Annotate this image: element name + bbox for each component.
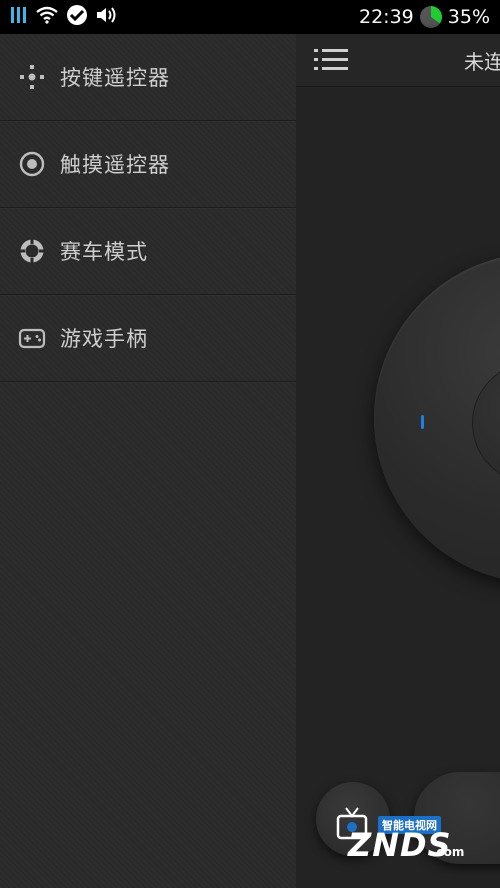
navigation-drawer: 按键遥控器 触摸遥控器 赛车模式 游戏手柄 bbox=[0, 34, 296, 888]
drawer-item-racing-mode[interactable]: 赛车模式 bbox=[0, 208, 296, 295]
drawer-item-label: 赛车模式 bbox=[60, 240, 148, 264]
dpad-icon bbox=[18, 63, 46, 91]
gamepad-icon bbox=[18, 324, 46, 352]
status-bar-left bbox=[10, 4, 118, 30]
drawer-item-touch-remote[interactable]: 触摸遥控器 bbox=[0, 121, 296, 208]
status-bar-right: 22:39 35% bbox=[359, 6, 490, 28]
speaker-icon bbox=[96, 6, 118, 28]
drawer-item-label: 游戏手柄 bbox=[60, 327, 148, 351]
menu-button[interactable] bbox=[314, 46, 350, 74]
remote-main-panel: 未连接 bbox=[296, 34, 500, 888]
watermark-sub-text: .com bbox=[432, 845, 465, 859]
drawer-item-label: 触摸遥控器 bbox=[60, 153, 170, 177]
battery-icon bbox=[419, 6, 442, 28]
drawer-item-key-remote[interactable]: 按键遥控器 bbox=[0, 34, 296, 121]
touch-target-icon bbox=[18, 150, 46, 178]
connection-status-title: 未连接 bbox=[464, 50, 500, 74]
list-menu-icon bbox=[314, 49, 348, 70]
steering-wheel-icon bbox=[18, 237, 46, 265]
dpad-left-indicator bbox=[421, 415, 424, 429]
wifi-icon bbox=[36, 6, 58, 28]
battery-percent: 35% bbox=[447, 6, 490, 28]
drawer-item-label: 按键遥控器 bbox=[60, 66, 170, 90]
status-bar: 22:39 35% bbox=[0, 0, 500, 34]
clock: 22:39 bbox=[359, 6, 414, 28]
drawer-item-gamepad[interactable]: 游戏手柄 bbox=[0, 295, 296, 382]
app-status-icon bbox=[10, 5, 28, 29]
sync-icon bbox=[66, 4, 88, 30]
main-header: 未连接 bbox=[296, 34, 500, 87]
znds-watermark: 智能电视网 ZNDS .com bbox=[326, 800, 496, 870]
